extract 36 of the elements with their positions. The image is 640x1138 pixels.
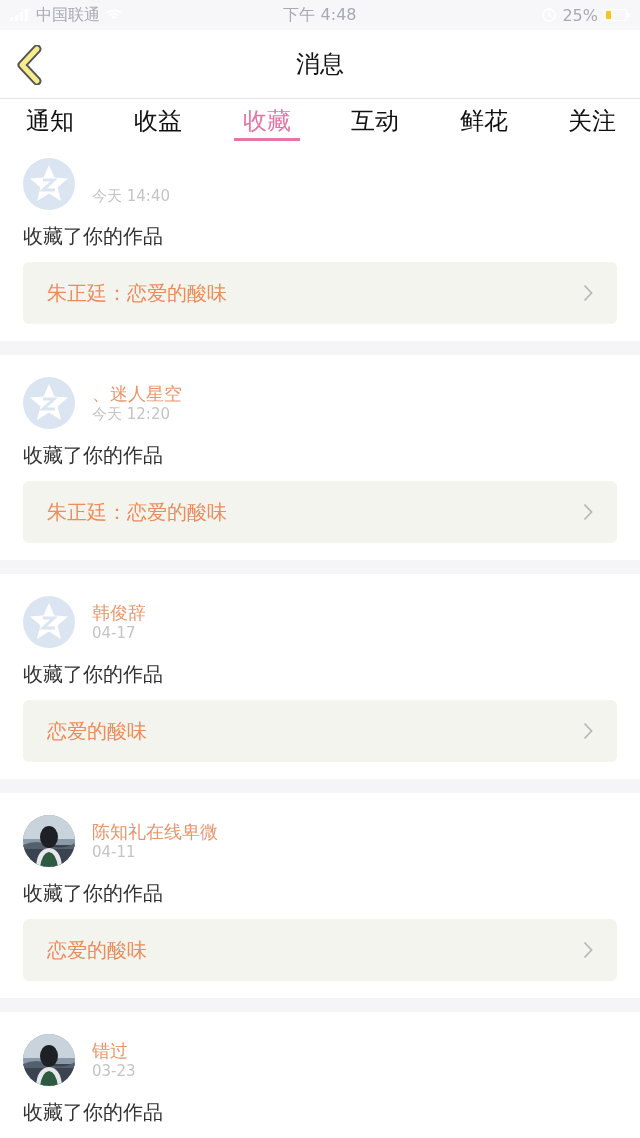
default-avatar-icon: [23, 158, 75, 210]
tab[interactable]: 互动: [342, 105, 409, 141]
message-text: 收藏了你的作品: [23, 442, 164, 468]
page-title: 消息: [296, 49, 344, 80]
chevron-right-icon: [583, 941, 593, 959]
user-name[interactable]: 韩俊辞: [92, 601, 146, 624]
chevron-right-icon: [583, 722, 593, 740]
default-avatar-icon: [23, 377, 75, 429]
message-text: 收藏了你的作品: [23, 1099, 164, 1125]
user-name[interactable]: 错过: [92, 1039, 136, 1062]
tab[interactable]: 关注: [558, 105, 625, 141]
default-avatar-icon: [23, 596, 75, 648]
tab[interactable]: 收益: [125, 105, 192, 141]
message-date: 今天 14:40: [92, 186, 170, 206]
tab[interactable]: 通知: [17, 105, 83, 141]
user-name[interactable]: 、迷人星空: [92, 382, 182, 405]
message-date: 03-23: [92, 1061, 136, 1081]
work-link[interactable]: 朱正廷：恋爱的酸味: [23, 481, 617, 543]
work-link[interactable]: 朱正廷：恋爱的酸味: [23, 262, 617, 324]
chevron-right-icon: [583, 503, 593, 521]
work-link[interactable]: 恋爱的酸味: [23, 700, 617, 762]
message-text: 收藏了你的作品: [23, 223, 164, 249]
work-link[interactable]: 恋爱的酸味: [23, 919, 617, 981]
battery-icon: [604, 9, 630, 21]
back-icon[interactable]: [16, 45, 44, 85]
chevron-right-icon: [583, 284, 593, 302]
message-date: 04-11: [92, 842, 137, 862]
user-name[interactable]: 陈知礼在线卑微: [92, 820, 218, 843]
battery-percent: 25%: [562, 5, 598, 25]
message-text: 收藏了你的作品: [23, 661, 164, 687]
message-date: 04-17: [92, 623, 137, 643]
message-date: 今天 12:20: [92, 404, 171, 424]
message-text: 收藏了你的作品: [23, 880, 164, 906]
status-time: 下午 4:48: [283, 4, 357, 26]
carrier-name: 中国联通: [36, 4, 100, 26]
tab[interactable]: 鲜花: [450, 105, 517, 141]
